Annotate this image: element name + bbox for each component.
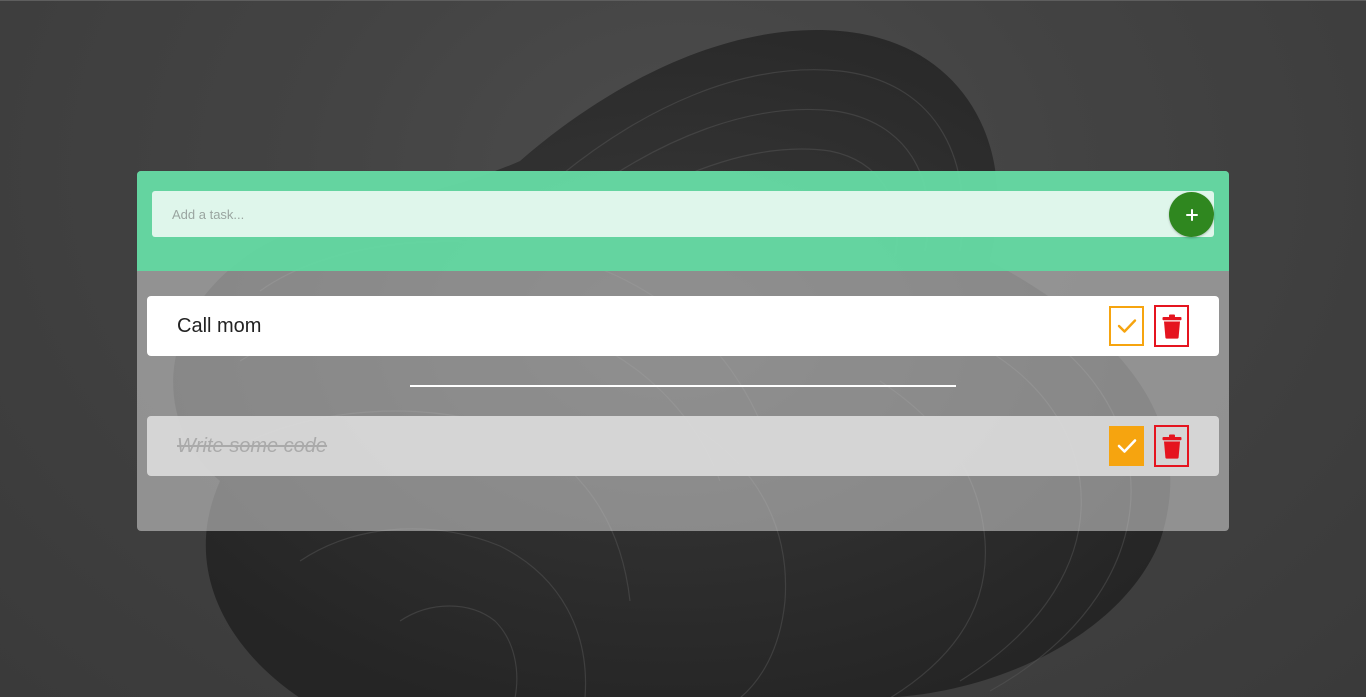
- task-text: Write some code: [177, 435, 328, 457]
- task-item-completed: Write some code: [147, 416, 1219, 476]
- check-icon: [1117, 439, 1136, 453]
- task-input-header: [137, 171, 1229, 271]
- complete-task-button[interactable]: [1109, 306, 1144, 346]
- section-divider: [410, 385, 956, 387]
- plus-icon: [1185, 208, 1198, 221]
- trash-icon: [1162, 434, 1181, 459]
- task-text: Call mom: [177, 315, 262, 337]
- trash-icon: [1162, 314, 1181, 339]
- add-task-input[interactable]: [152, 191, 1214, 237]
- delete-task-button[interactable]: [1154, 305, 1189, 347]
- check-icon: [1117, 319, 1136, 333]
- task-item-active: Call mom: [147, 296, 1219, 356]
- delete-task-button[interactable]: [1154, 425, 1189, 467]
- add-task-button[interactable]: [1169, 192, 1214, 237]
- todo-app-card: Call mom Write some code: [137, 171, 1229, 531]
- complete-task-button[interactable]: [1109, 426, 1144, 466]
